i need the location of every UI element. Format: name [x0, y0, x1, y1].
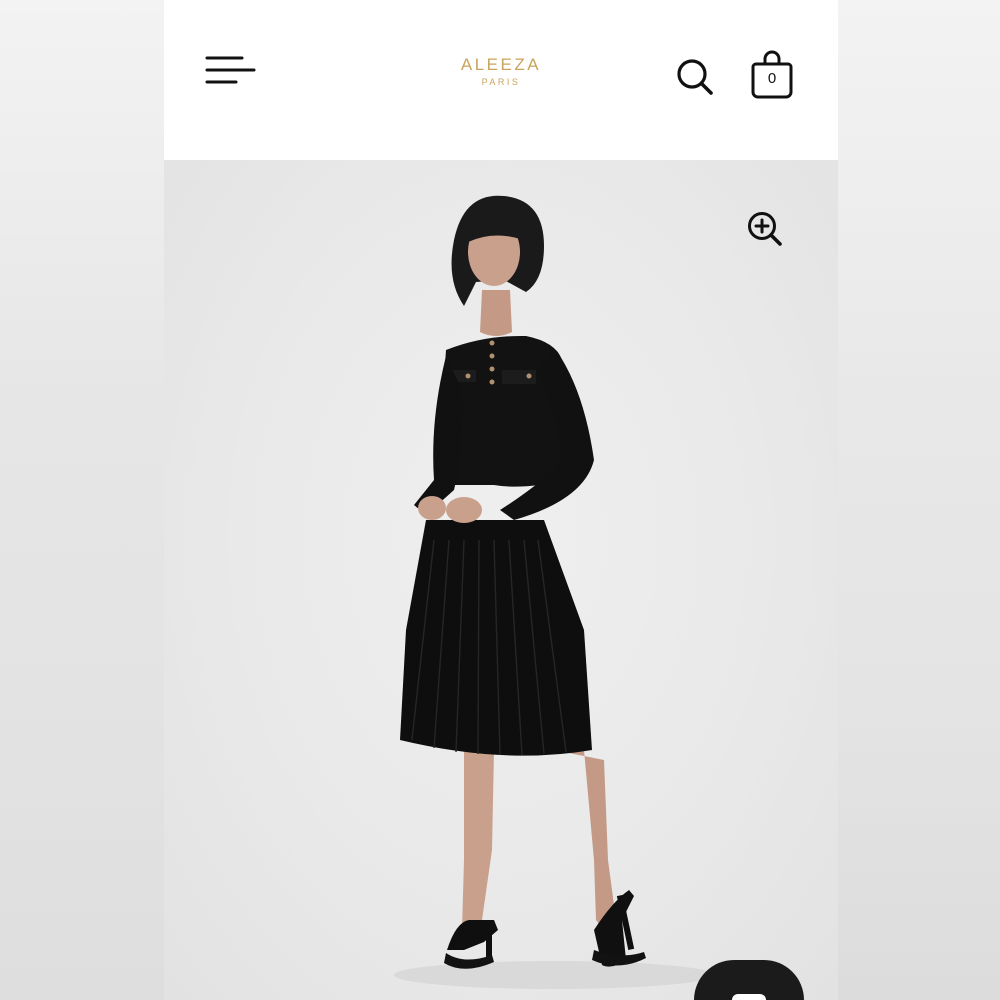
- background-blur-right: [838, 0, 1000, 1000]
- hamburger-menu-icon: [205, 56, 256, 84]
- cart-button[interactable]: 0: [750, 50, 794, 100]
- product-image: [394, 195, 714, 989]
- zoom-in-icon: [748, 212, 782, 246]
- cart-count-badge: 0: [767, 70, 777, 87]
- menu-button[interactable]: [204, 52, 258, 92]
- brand-logo[interactable]: ALEEZA PARIS: [401, 55, 601, 87]
- brand-city: PARIS: [481, 77, 521, 87]
- search-button[interactable]: [674, 56, 716, 98]
- background-blur-left: [0, 0, 164, 1000]
- search-icon: [677, 59, 713, 95]
- chat-icon: [732, 994, 766, 1000]
- mobile-page: ALEEZA PARIS 0: [164, 0, 838, 1000]
- zoom-button[interactable]: [746, 210, 784, 248]
- site-header: ALEEZA PARIS 0: [164, 0, 838, 160]
- product-gallery[interactable]: [164, 160, 838, 1000]
- brand-name: ALEEZA: [460, 55, 542, 74]
